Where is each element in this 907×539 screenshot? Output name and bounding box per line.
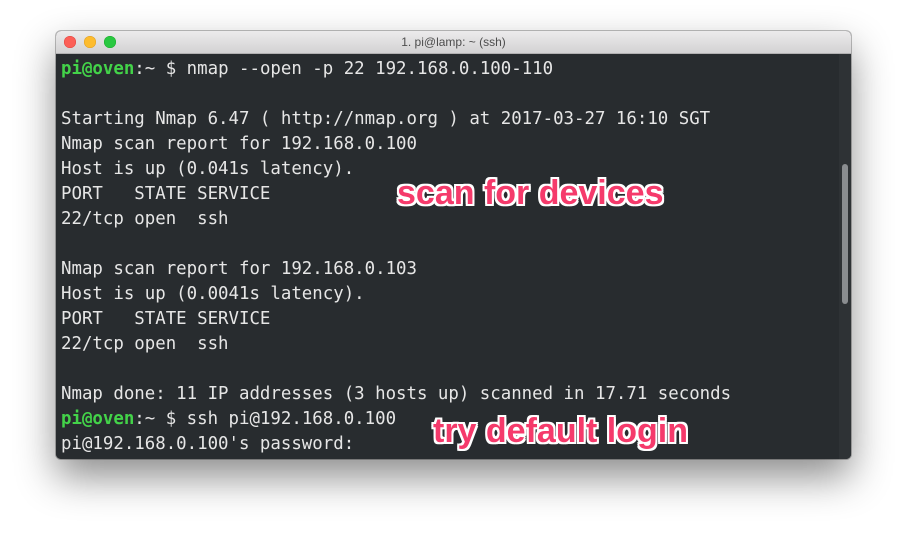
output-text: Host is up (0.041s latency). xyxy=(61,159,355,179)
output-line: PORT STATE SERVICE xyxy=(61,307,731,332)
annotation-scan: scan for devices xyxy=(397,174,664,212)
output-text: 22/tcp open ssh xyxy=(61,334,229,354)
output-text: Nmap done: 11 IP addresses (3 hosts up) … xyxy=(61,384,732,404)
output-text: 22/tcp open ssh xyxy=(61,209,229,229)
terminal-window: 1. pi@lamp: ~ (ssh) pi@oven:~ $ nmap --o… xyxy=(56,31,851,459)
output-text: Host is up (0.0041s latency). xyxy=(61,284,365,304)
output-text: Nmap scan report for 192.168.0.103 xyxy=(61,259,417,279)
terminal-lines: pi@oven:~ $ nmap --open -p 22 192.168.0.… xyxy=(61,57,731,457)
output-text: pi@192.168.0.100's password: xyxy=(61,434,355,454)
output-line: Starting Nmap 6.47 ( http://nmap.org ) a… xyxy=(61,107,731,132)
output-text: Nmap scan report for 192.168.0.100 xyxy=(61,134,417,154)
output-text: PORT STATE SERVICE xyxy=(61,309,271,329)
command-text: nmap --open -p 22 192.168.0.100-110 xyxy=(176,59,554,79)
output-line: Host is up (0.0041s latency). xyxy=(61,282,731,307)
prompt-user: pi@oven xyxy=(61,59,135,79)
output-text: PORT STATE SERVICE xyxy=(61,184,271,204)
output-text: Starting Nmap 6.47 ( http://nmap.org ) a… xyxy=(61,109,711,129)
prompt-line: pi@oven:~ $ nmap --open -p 22 192.168.0.… xyxy=(61,57,731,82)
prompt-user: pi@oven xyxy=(61,409,135,429)
output-line: Nmap scan report for 192.168.0.100 xyxy=(61,132,731,157)
window-title: 1. pi@lamp: ~ (ssh) xyxy=(401,35,506,49)
terminal-output[interactable]: pi@oven:~ $ nmap --open -p 22 192.168.0.… xyxy=(56,54,851,459)
command-text: ssh pi@192.168.0.100 xyxy=(176,409,397,429)
output-line: Nmap scan report for 192.168.0.103 xyxy=(61,257,731,282)
output-line: Nmap done: 11 IP addresses (3 hosts up) … xyxy=(61,382,731,407)
title-bar[interactable]: 1. pi@lamp: ~ (ssh) xyxy=(56,31,851,54)
scrollbar-thumb[interactable] xyxy=(842,164,848,304)
prompt-path: :~ $ xyxy=(134,409,177,429)
prompt-path: :~ $ xyxy=(134,59,177,79)
output-line: 22/tcp open ssh xyxy=(61,332,731,357)
annotation-login: try default login xyxy=(433,412,688,450)
